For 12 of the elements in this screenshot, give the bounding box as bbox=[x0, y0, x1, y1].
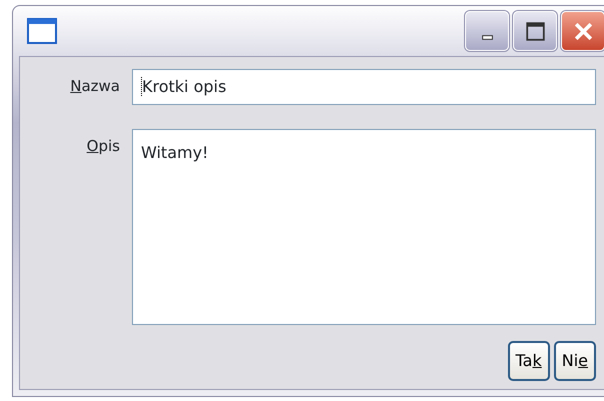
maximize-button[interactable] bbox=[513, 11, 557, 51]
text-area[interactable]: Witamy! bbox=[132, 129, 596, 325]
input-field[interactable]: Krotki opis bbox=[132, 69, 596, 105]
field-label: Opis bbox=[86, 136, 121, 157]
dialog-button[interactable]: Tak bbox=[508, 341, 550, 381]
dialog-button[interactable]: Nie bbox=[554, 341, 596, 381]
field-label: Nazwa bbox=[69, 76, 121, 97]
maximize-icon bbox=[526, 22, 544, 40]
close-icon bbox=[574, 22, 592, 40]
close-button[interactable] bbox=[561, 11, 604, 51]
minimize-icon bbox=[482, 34, 492, 40]
window-icon bbox=[27, 18, 57, 44]
